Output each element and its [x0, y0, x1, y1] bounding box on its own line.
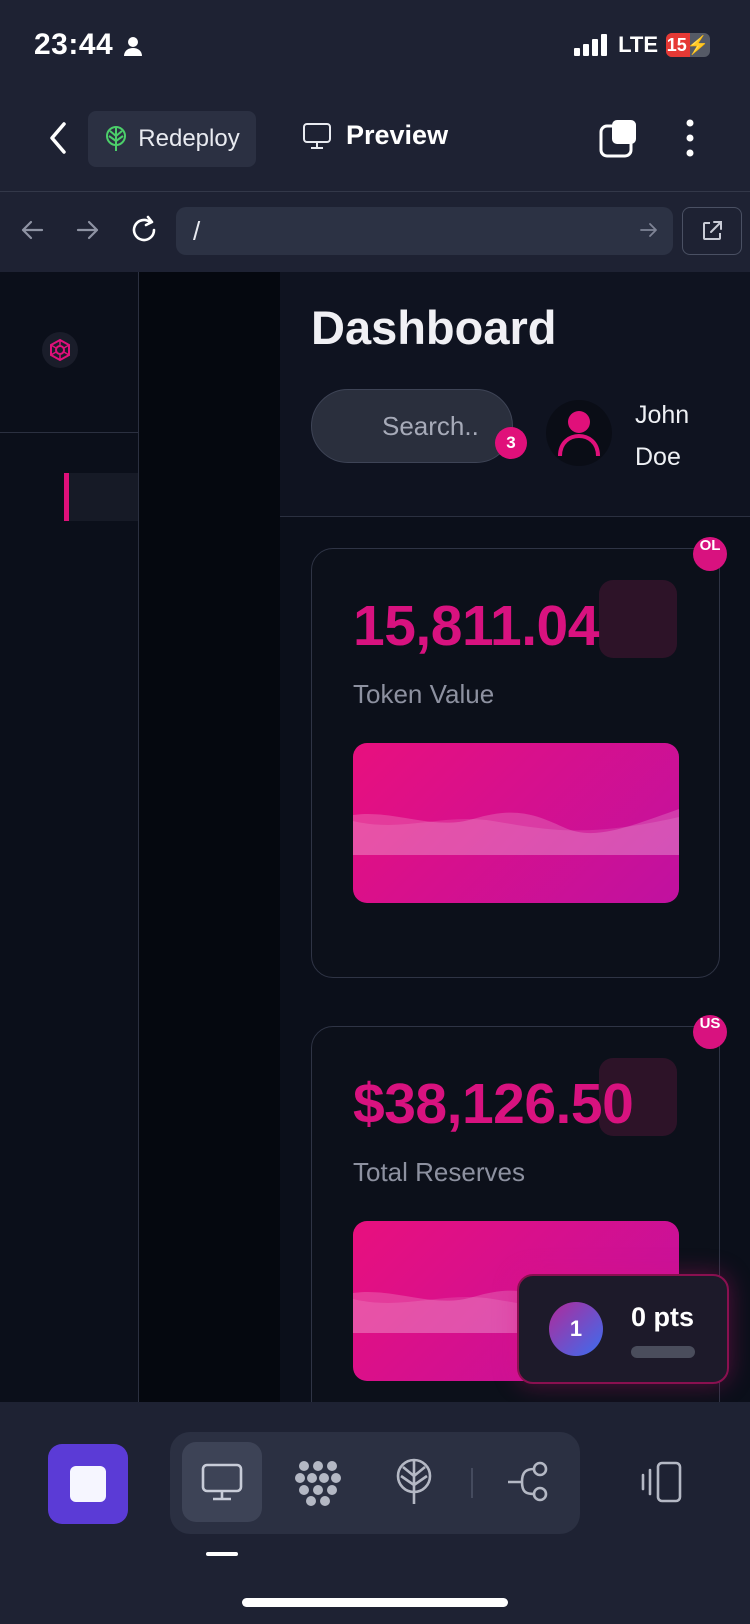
- card-icon-tile: [599, 580, 677, 658]
- preview-label: Preview: [346, 120, 449, 150]
- url-input[interactable]: [176, 207, 673, 255]
- chevron-left-icon: [50, 122, 66, 154]
- sidebar-divider: [0, 432, 138, 433]
- notification-badge[interactable]: 3: [495, 427, 527, 459]
- more-menu-button[interactable]: [682, 118, 698, 163]
- user-icon: [558, 411, 600, 457]
- url-text: /: [193, 216, 201, 246]
- stop-button[interactable]: [48, 1444, 128, 1524]
- status-time: 23:44: [34, 28, 144, 62]
- web-preview: Dashboard Search.. 3 John Doe OL 15,811.…: [0, 272, 750, 1402]
- user-last-name: Doe: [635, 443, 681, 471]
- grid-dots-icon: [295, 1461, 341, 1506]
- tab-flow[interactable]: [488, 1442, 568, 1522]
- wave-chart: [353, 809, 679, 855]
- sidebar-item-active[interactable]: [64, 473, 138, 521]
- points-progress-bar: [631, 1346, 695, 1358]
- signal-icon: [574, 34, 608, 56]
- open-external-button[interactable]: [682, 207, 742, 255]
- app-logo[interactable]: [42, 332, 78, 368]
- card-corner-badge: OL: [693, 537, 727, 571]
- browser-back-button[interactable]: [18, 216, 46, 249]
- go-button[interactable]: [638, 219, 660, 246]
- page-title: Dashboard: [311, 301, 557, 354]
- arrow-right-icon: [76, 220, 99, 240]
- level-badge: 1: [549, 1302, 603, 1356]
- tabs-icon: [599, 120, 636, 158]
- stop-icon: [70, 1466, 106, 1502]
- monitor-icon: [303, 122, 331, 149]
- battery-icon: 15 ⚡: [666, 33, 710, 57]
- arrow-left-icon: [21, 220, 44, 240]
- content-gutter: [139, 272, 280, 1402]
- home-indicator: [242, 1598, 508, 1607]
- status-indicators: LTE 15 ⚡: [574, 32, 710, 58]
- monitor-icon: [201, 1463, 243, 1501]
- card-value: $38,126.50: [353, 1072, 634, 1136]
- person-icon: [124, 37, 143, 57]
- card-value: 15,811.04: [353, 594, 599, 658]
- tab-deploy[interactable]: [374, 1442, 454, 1522]
- responsive-devices-icon: [641, 1461, 682, 1503]
- card-sparkline: [353, 743, 679, 903]
- flow-connect-icon: [508, 1461, 548, 1502]
- card-label: Token Value: [353, 679, 495, 709]
- device-size-button[interactable]: [622, 1442, 702, 1522]
- deploy-tree-icon: [396, 1458, 432, 1504]
- card-corner-badge: US: [693, 1015, 727, 1049]
- user-first-name: John: [635, 401, 690, 429]
- tab-database[interactable]: [278, 1442, 358, 1522]
- search-input[interactable]: Search..: [311, 389, 513, 463]
- network-label: LTE: [618, 32, 658, 57]
- deploy-tree-icon: [106, 126, 127, 151]
- tabs-button[interactable]: [598, 118, 640, 165]
- refresh-icon: [132, 215, 156, 242]
- active-indicator: [64, 473, 69, 521]
- external-link-icon: [703, 221, 722, 240]
- more-vertical-icon: [686, 119, 694, 157]
- tab-preview[interactable]: [182, 1442, 262, 1522]
- preview-tab[interactable]: Preview: [302, 120, 448, 151]
- user-name[interactable]: John Doe: [635, 394, 689, 478]
- redeploy-button[interactable]: Redeploy: [88, 111, 256, 167]
- arrow-right-icon: [640, 223, 657, 237]
- hexagon-logo-icon: [50, 338, 70, 362]
- stat-card-token-value: OL 15,811.04 Token Value: [311, 537, 727, 978]
- points-widget[interactable]: 1 0 pts: [517, 1274, 729, 1384]
- points-value: 0 pts: [631, 1302, 695, 1332]
- back-button[interactable]: [44, 120, 72, 161]
- reload-button[interactable]: [128, 214, 160, 251]
- card-label: Total Reserves: [353, 1157, 525, 1187]
- browser-forward-button[interactable]: [74, 216, 102, 249]
- redeploy-label: Redeploy: [138, 125, 240, 152]
- avatar[interactable]: [546, 400, 612, 466]
- active-tab-underline: [206, 1552, 238, 1556]
- tab-divider: [471, 1468, 473, 1498]
- app-sidebar: [0, 272, 139, 1402]
